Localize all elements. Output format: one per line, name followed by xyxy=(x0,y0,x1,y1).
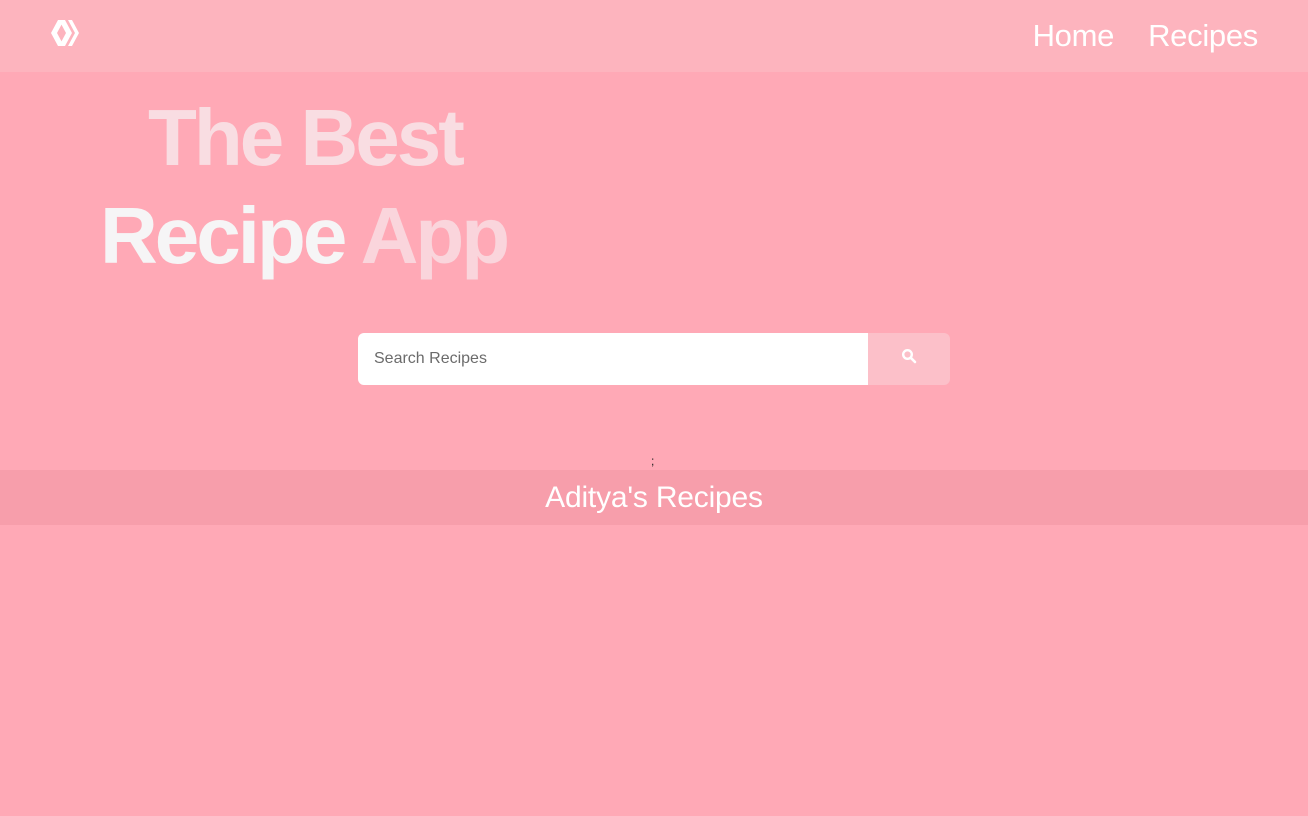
search-input[interactable] xyxy=(358,333,868,385)
section-header-bar: Aditya's Recipes xyxy=(0,470,1308,525)
search-bar xyxy=(358,333,950,385)
stray-text-mark: ; xyxy=(651,454,655,468)
hero-title-line1: The Best xyxy=(148,93,465,182)
nav-links: Home Recipes xyxy=(1033,14,1259,58)
nav-link-home[interactable]: Home xyxy=(1033,14,1115,58)
search-icon xyxy=(901,348,917,367)
search-button[interactable] xyxy=(868,333,950,385)
nav-link-recipes[interactable]: Recipes xyxy=(1148,14,1258,58)
hero-title-line2: Recipe App xyxy=(100,188,511,284)
section-title: Aditya's Recipes xyxy=(545,481,763,514)
hero-word-app: App xyxy=(360,191,511,280)
double-chevron-logo-icon[interactable] xyxy=(48,16,84,50)
navbar: Home Recipes xyxy=(0,0,1308,72)
hero-word-recipe: Recipe xyxy=(100,191,347,280)
